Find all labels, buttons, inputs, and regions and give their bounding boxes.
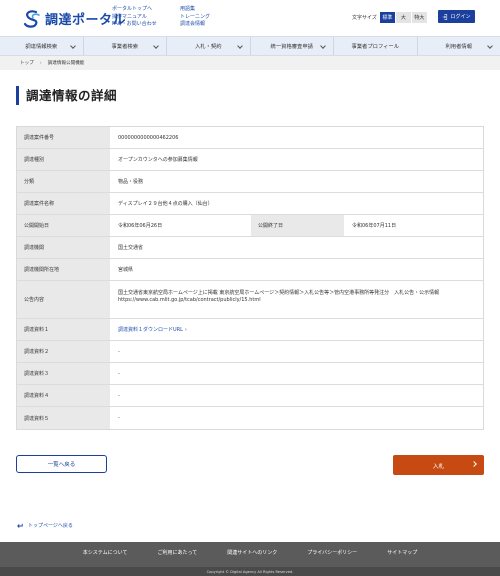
login-label: ログイン <box>450 14 471 20</box>
footer-link-sitemap[interactable]: サイトマップ <box>387 549 417 556</box>
link-procurement-meeting[interactable]: 調達会情報 <box>180 21 210 29</box>
breadcrumb: トップ › 調達情報公開機能 <box>0 56 500 70</box>
login-icon <box>443 13 448 20</box>
font-size-large-button[interactable]: 大 <box>395 12 411 23</box>
nav-user-info[interactable]: 利用者情報 <box>418 37 500 55</box>
nav-label: 統一資格審査申請 <box>270 44 313 50</box>
table-row: 調達案件番号 0000000000000462206 <box>17 127 483 149</box>
case-number-value: 0000000000000462206 <box>110 127 483 148</box>
procurement-detail-table: 調達案件番号 0000000000000462206 調達種別 オープンカウンタ… <box>16 126 484 430</box>
return-arrow-icon <box>17 523 23 528</box>
nav-bid-contract[interactable]: 入札・契約 <box>167 37 251 55</box>
nav-label: 事業者プロフィール <box>351 44 400 50</box>
back-to-list-button[interactable]: 一覧へ戻る <box>16 455 107 473</box>
start-date-value: 令和06年06月26日 <box>110 215 251 236</box>
nav-business-search[interactable]: 事業者検索 <box>84 37 167 55</box>
bid-label: 入札 <box>432 463 445 470</box>
location-value: 宮城県 <box>110 259 483 280</box>
header-links-secondary: 用語集 トレーニング 調達会情報 <box>180 6 210 29</box>
font-size-label: 文字サイズ <box>352 15 377 21</box>
nav-label: 調達情報検索 <box>25 44 58 50</box>
nav-label: 事業者検索 <box>111 44 139 50</box>
table-row: 分類 物品・役務 <box>17 171 483 193</box>
row-label: 調達資料３ <box>17 363 110 384</box>
table-row: 調達資料１ 調達資料１ダウンロードURL › <box>17 319 483 341</box>
chevron-down-icon <box>320 43 326 49</box>
footer-links: 本システムについて ご利用にあたって 関連サイトへのリンク プライバシーポリシー… <box>0 542 500 556</box>
font-size-xlarge-button[interactable]: 特大 <box>411 12 427 23</box>
doc1-cell: 調達資料１ダウンロードURL › <box>110 319 483 340</box>
bid-button[interactable]: 入札 <box>393 455 484 475</box>
doc1-download-link[interactable]: 調達資料１ダウンロードURL <box>118 326 183 333</box>
row-label: 調達機関 <box>17 237 110 258</box>
row-label: 調達資料５ <box>17 407 110 429</box>
back-to-top-link[interactable]: トップページへ戻る <box>16 522 73 529</box>
footer-link-privacy[interactable]: プライバシーポリシー <box>307 549 357 556</box>
end-date-value: 令和06年07月11日 <box>344 215 483 236</box>
row-label: 分類 <box>17 171 110 192</box>
row-label: 公開開始日 <box>17 215 110 236</box>
table-row: 公開開始日 令和06年06月26日 公開終了日 令和06年07月11日 <box>17 215 483 237</box>
row-label: 公開終了日 <box>251 215 344 236</box>
login-button[interactable]: ログイン <box>438 10 475 23</box>
row-label: 調達資料１ <box>17 319 110 340</box>
footer-link-usage[interactable]: ご利用にあたって <box>158 549 198 556</box>
chevron-right-icon: › <box>39 60 42 66</box>
doc4-value: - <box>110 385 483 406</box>
global-nav: 調達情報検索 事業者検索 入札・契約 統一資格審査申請 事業者プロフィール 利用… <box>0 36 500 56</box>
nav-business-profile[interactable]: 事業者プロフィール <box>334 37 418 55</box>
site-logo[interactable]: 調達ポータル <box>22 9 126 28</box>
nav-procurement-search[interactable]: 調達情報検索 <box>0 37 84 55</box>
footer-link-related[interactable]: 関連サイトへのリンク <box>227 549 277 556</box>
row-label: 調達資料２ <box>17 341 110 362</box>
row-label: 調達案件番号 <box>17 127 110 148</box>
type-value: オープンカウンタへの参加募集情報 <box>110 149 483 170</box>
footer-link-about[interactable]: 本システムについて <box>83 549 128 556</box>
category-value: 物品・役務 <box>110 171 483 192</box>
chevron-down-icon <box>487 43 493 49</box>
agency-value: 国土交通省 <box>110 237 483 258</box>
doc2-value: - <box>110 341 483 362</box>
table-row: 調達機関所在地 宮城県 <box>17 259 483 281</box>
breadcrumb-home[interactable]: トップ <box>20 60 34 66</box>
notice-value: 国土交通省東京航空局ホームページ上に掲載 東京航空局ホームページ＞契約情報＞入札… <box>110 281 483 318</box>
portal-logo-icon <box>23 9 40 28</box>
row-label: 調達機関所在地 <box>17 259 110 280</box>
table-row: 調達資料３ - <box>17 363 483 385</box>
doc5-value: - <box>110 407 483 429</box>
copyright: Copyright © Digital Agency All Rights Re… <box>0 567 500 576</box>
table-row: 調達機関 国土交通省 <box>17 237 483 259</box>
table-row: 調達資料５ - <box>17 407 483 429</box>
table-row: 調達案件名称 ディスプレイ２９台他４点の購入（仙台） <box>17 193 483 215</box>
row-label: 調達案件名称 <box>17 193 110 214</box>
table-row: 公告内容 国土交通省東京航空局ホームページ上に掲載 東京航空局ホームページ＞契約… <box>17 281 483 319</box>
page-title: 調達情報の詳細 <box>16 86 117 105</box>
link-faq[interactable]: FAQ・お問い合わせ <box>112 21 157 29</box>
row-label: 公告内容 <box>17 281 110 318</box>
table-row: 調達種別 オープンカウンタへの参加募集情報 <box>17 149 483 171</box>
chevron-right-icon <box>471 461 477 467</box>
case-name-value: ディスプレイ２９台他４点の購入（仙台） <box>110 193 483 214</box>
table-row: 調達資料２ - <box>17 341 483 363</box>
nav-label: 利用者情報 <box>445 44 473 50</box>
row-label: 調達種別 <box>17 149 110 170</box>
site-header: 調達ポータル ポータルトップへ 操作マニュアル FAQ・お問い合わせ 用語集 ト… <box>0 0 500 36</box>
font-size-switcher: 文字サイズ 標準 大 特大 <box>352 12 428 23</box>
chevron-down-icon <box>153 43 159 49</box>
header-links-primary: ポータルトップへ 操作マニュアル FAQ・お問い合わせ <box>112 6 157 29</box>
doc3-value: - <box>110 363 483 384</box>
font-size-standard-button[interactable]: 標準 <box>379 12 395 23</box>
nav-qualification[interactable]: 統一資格審査申請 <box>251 37 334 55</box>
nav-label: 入札・契約 <box>195 44 222 50</box>
back-to-top-label: トップページへ戻る <box>28 523 73 529</box>
external-link-icon: › <box>184 326 187 333</box>
chevron-down-icon <box>236 43 243 49</box>
row-label: 調達資料４ <box>17 385 110 406</box>
breadcrumb-current: 調達情報公開機能 <box>47 61 85 66</box>
table-row: 調達資料４ - <box>17 385 483 407</box>
link-glossary[interactable]: 用語集 <box>180 6 210 14</box>
link-portal-top[interactable]: ポータルトップへ <box>112 6 157 14</box>
chevron-down-icon <box>69 43 76 49</box>
